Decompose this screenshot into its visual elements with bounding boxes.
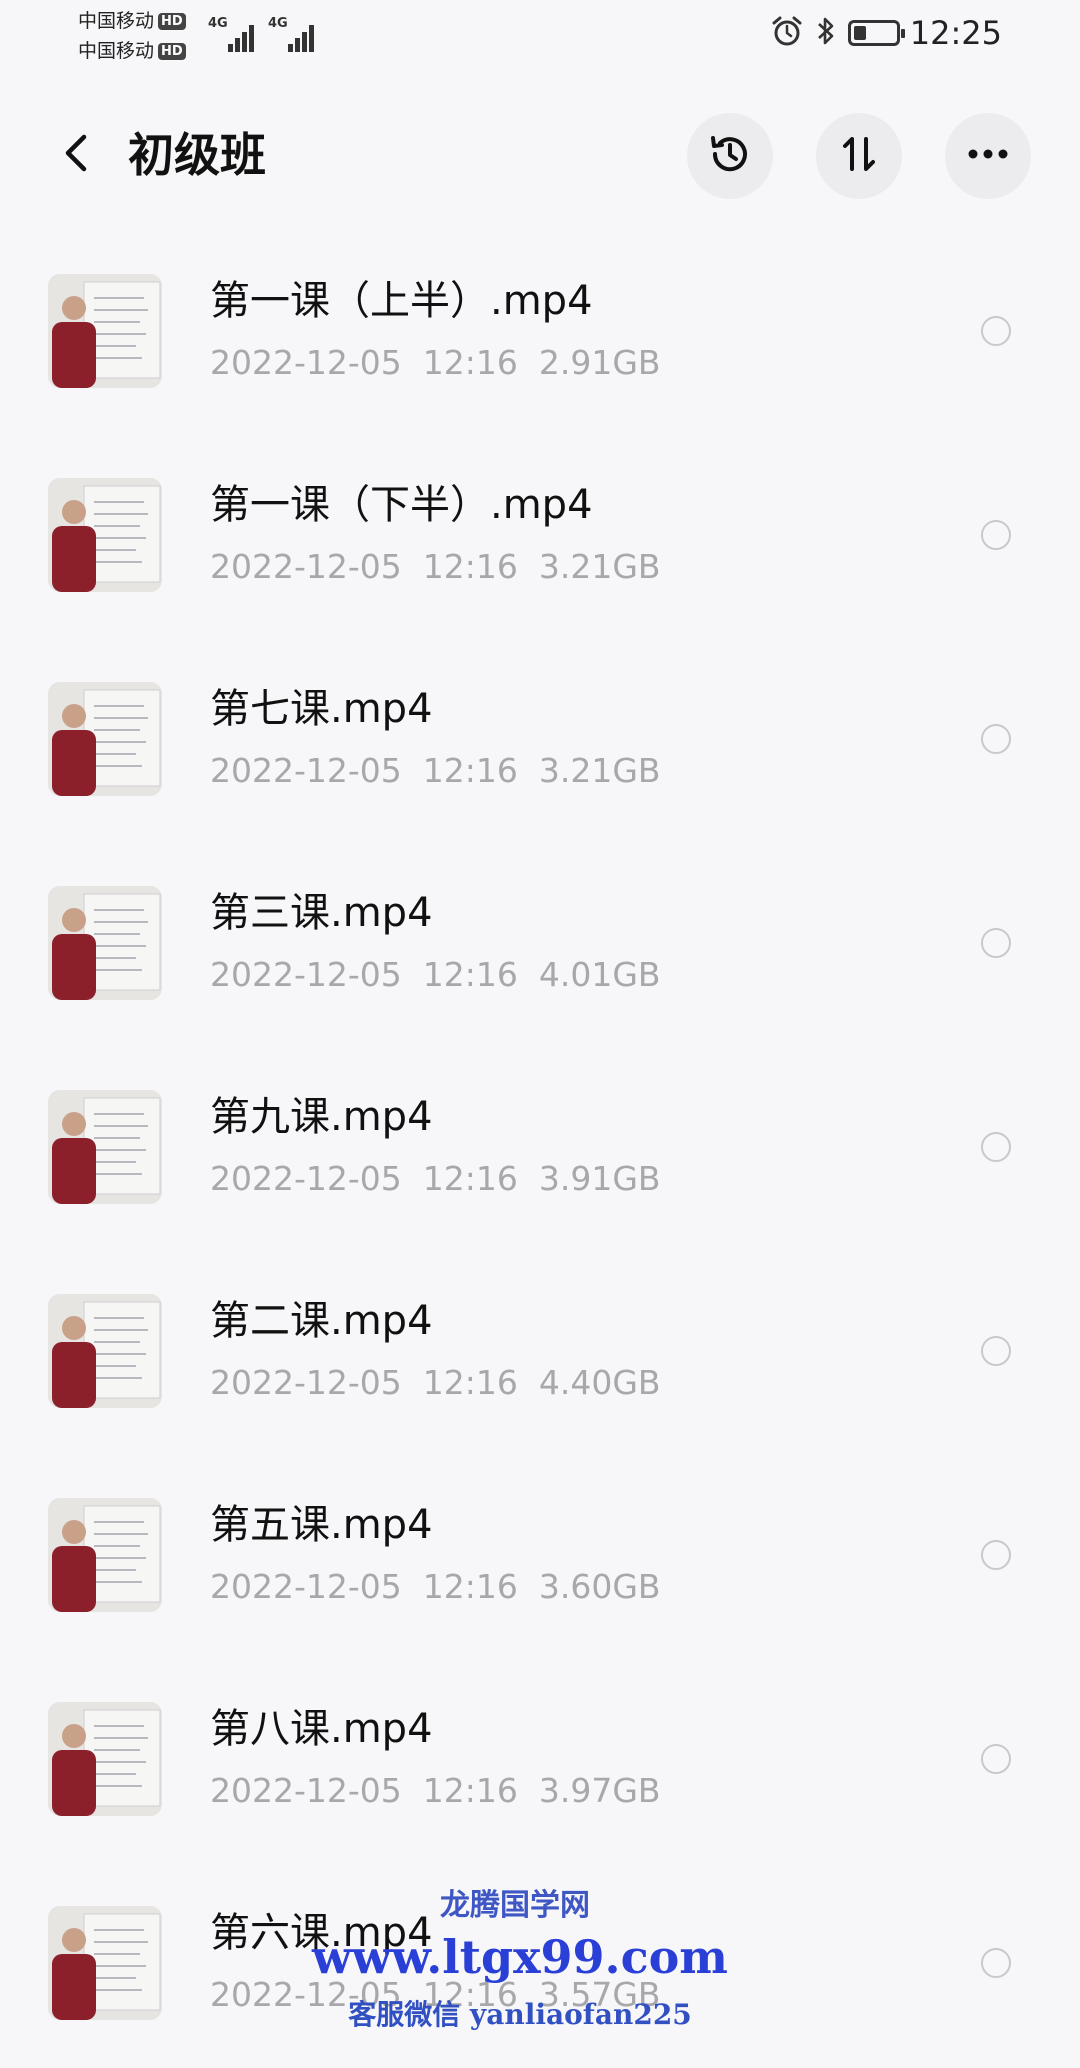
select-radio[interactable] bbox=[981, 1132, 1011, 1162]
watermark-title: 龙腾国学网 bbox=[440, 1888, 590, 1923]
file-row[interactable]: 第二课.mp4 2022-12-05 12:16 4.40GB bbox=[0, 1252, 1080, 1456]
signal-indicators: 4G 4G bbox=[208, 16, 316, 52]
file-date: 2022-12-05 bbox=[210, 955, 402, 994]
file-date: 2022-12-05 bbox=[210, 343, 402, 382]
history-icon bbox=[705, 129, 755, 183]
carrier-2: 中国移动 HD bbox=[78, 36, 186, 66]
alarm-icon bbox=[770, 14, 804, 52]
file-name: 第五课.mp4 bbox=[210, 1502, 433, 1548]
more-button[interactable] bbox=[945, 113, 1031, 199]
file-meta: 2022-12-05 12:16 4.01GB bbox=[210, 954, 661, 996]
battery-icon bbox=[847, 20, 905, 46]
file-name: 第一课（上半）.mp4 bbox=[210, 278, 593, 324]
signal-icon: 4G bbox=[208, 16, 256, 52]
file-meta: 2022-12-05 12:16 3.97GB bbox=[210, 1770, 661, 1812]
select-radio[interactable] bbox=[981, 1336, 1011, 1366]
file-size: 4.01GB bbox=[538, 955, 661, 994]
file-meta: 2022-12-05 12:16 4.40GB bbox=[210, 1362, 661, 1404]
network-type: 4G bbox=[208, 16, 228, 31]
file-name: 第二课.mp4 bbox=[210, 1298, 433, 1344]
file-meta: 2022-12-05 12:16 2.91GB bbox=[210, 342, 661, 384]
clock: 12:25 bbox=[909, 14, 1002, 52]
file-date: 2022-12-05 bbox=[210, 1363, 402, 1402]
video-thumbnail bbox=[48, 1498, 162, 1612]
file-row[interactable]: 第一课（上半）.mp4 2022-12-05 12:16 2.91GB bbox=[0, 232, 1080, 436]
sort-icon bbox=[834, 129, 884, 183]
video-thumbnail bbox=[48, 1294, 162, 1408]
file-date: 2022-12-05 bbox=[210, 1159, 402, 1198]
sort-button[interactable] bbox=[816, 113, 902, 199]
file-meta: 2022-12-05 12:16 3.91GB bbox=[210, 1158, 661, 1200]
video-thumbnail bbox=[48, 886, 162, 1000]
file-row[interactable]: 第三课.mp4 2022-12-05 12:16 4.01GB bbox=[0, 844, 1080, 1048]
video-thumbnail bbox=[48, 478, 162, 592]
carrier-2-label: 中国移动 bbox=[78, 40, 155, 62]
file-meta: 2022-12-05 12:16 3.21GB bbox=[210, 750, 661, 792]
video-thumbnail bbox=[48, 682, 162, 796]
file-name: 第八课.mp4 bbox=[210, 1706, 433, 1752]
file-time: 12:16 bbox=[422, 1771, 518, 1810]
file-size: 3.91GB bbox=[538, 1159, 661, 1198]
file-meta: 2022-12-05 12:16 3.60GB bbox=[210, 1566, 661, 1608]
file-size: 3.21GB bbox=[538, 751, 661, 790]
carrier-1-label: 中国移动 bbox=[78, 10, 155, 32]
file-time: 12:16 bbox=[422, 751, 518, 790]
select-radio[interactable] bbox=[981, 1744, 1011, 1774]
history-button[interactable] bbox=[687, 113, 773, 199]
file-size: 3.21GB bbox=[538, 547, 661, 586]
file-time: 12:16 bbox=[422, 1363, 518, 1402]
file-time: 12:16 bbox=[422, 1159, 518, 1198]
status-bar: 中国移动 HD 中国移动 HD 4G 4G 12:25 bbox=[0, 0, 1080, 72]
battery-fill bbox=[853, 26, 866, 40]
file-size: 4.40GB bbox=[538, 1363, 661, 1402]
back-icon bbox=[60, 131, 92, 179]
file-name: 第九课.mp4 bbox=[210, 1094, 433, 1140]
file-name: 第七课.mp4 bbox=[210, 686, 433, 732]
video-thumbnail bbox=[48, 1702, 162, 1816]
watermark-url: www.ltgx99.com bbox=[312, 1930, 728, 1984]
carrier-1: 中国移动 HD bbox=[78, 6, 186, 36]
more-icon bbox=[963, 144, 1013, 168]
back-button[interactable] bbox=[48, 127, 104, 183]
select-radio[interactable] bbox=[981, 724, 1011, 754]
video-thumbnail bbox=[48, 274, 162, 388]
file-time: 12:16 bbox=[422, 1567, 518, 1606]
hd-badge: HD bbox=[158, 42, 186, 60]
network-type: 4G bbox=[268, 16, 288, 31]
file-date: 2022-12-05 bbox=[210, 751, 402, 790]
file-size: 2.91GB bbox=[538, 343, 661, 382]
select-radio[interactable] bbox=[981, 928, 1011, 958]
file-time: 12:16 bbox=[422, 955, 518, 994]
app-header: 初级班 bbox=[0, 105, 1080, 205]
select-radio[interactable] bbox=[981, 316, 1011, 346]
file-date: 2022-12-05 bbox=[210, 1771, 402, 1810]
page-title: 初级班 bbox=[128, 128, 266, 182]
file-time: 12:16 bbox=[422, 343, 518, 382]
status-right: 12:25 bbox=[770, 14, 1002, 52]
file-date: 2022-12-05 bbox=[210, 547, 402, 586]
file-name: 第三课.mp4 bbox=[210, 890, 433, 936]
file-size: 3.60GB bbox=[538, 1567, 661, 1606]
carrier-info: 中国移动 HD 中国移动 HD bbox=[78, 6, 186, 66]
file-row[interactable]: 第八课.mp4 2022-12-05 12:16 3.97GB bbox=[0, 1660, 1080, 1864]
file-row[interactable]: 第七课.mp4 2022-12-05 12:16 3.21GB bbox=[0, 640, 1080, 844]
file-date: 2022-12-05 bbox=[210, 1567, 402, 1606]
file-row[interactable]: 第一课（下半）.mp4 2022-12-05 12:16 3.21GB bbox=[0, 436, 1080, 640]
video-thumbnail bbox=[48, 1090, 162, 1204]
hd-badge: HD bbox=[158, 12, 186, 30]
select-radio[interactable] bbox=[981, 1540, 1011, 1570]
watermark-contact: 客服微信 yanliaofan225 bbox=[348, 1998, 692, 2031]
file-list: 第一课（上半）.mp4 2022-12-05 12:16 2.91GB 第一课（… bbox=[0, 232, 1080, 2068]
file-row[interactable]: 第五课.mp4 2022-12-05 12:16 3.60GB bbox=[0, 1456, 1080, 1660]
file-row[interactable]: 第九课.mp4 2022-12-05 12:16 3.91GB bbox=[0, 1048, 1080, 1252]
signal-icon: 4G bbox=[268, 16, 316, 52]
file-meta: 2022-12-05 12:16 3.21GB bbox=[210, 546, 661, 588]
file-name: 第一课（下半）.mp4 bbox=[210, 482, 593, 528]
select-radio[interactable] bbox=[981, 520, 1011, 550]
bluetooth-icon bbox=[814, 14, 838, 52]
file-time: 12:16 bbox=[422, 547, 518, 586]
file-size: 3.97GB bbox=[538, 1771, 661, 1810]
